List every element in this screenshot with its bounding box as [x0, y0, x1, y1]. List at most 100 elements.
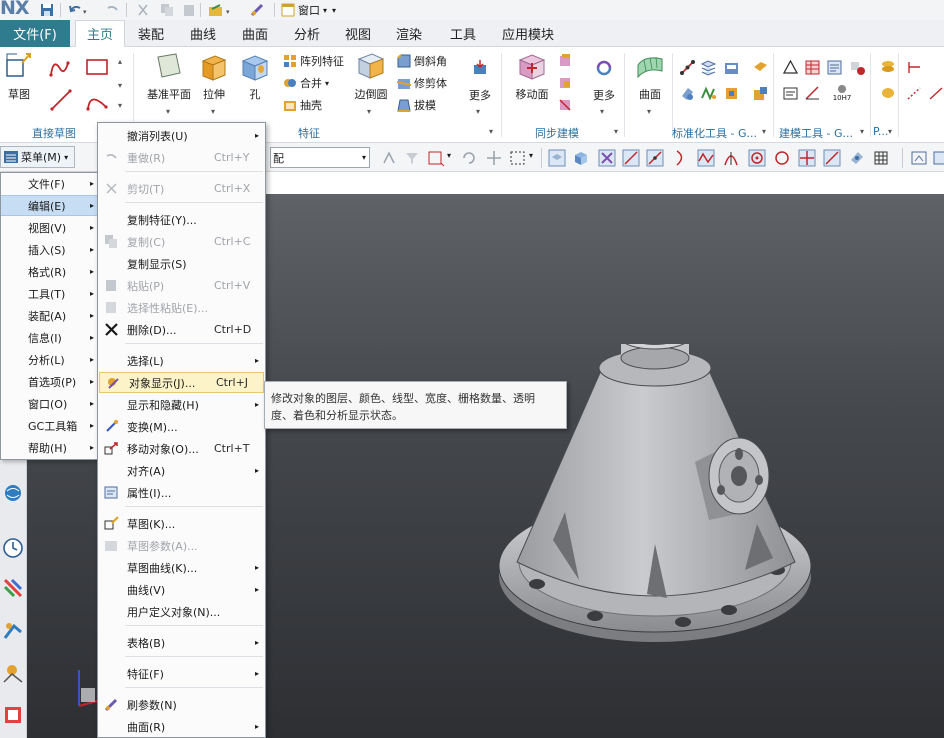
group-expand-icon[interactable]: ▾: [489, 127, 493, 136]
chevron-down-icon[interactable]: ▾: [647, 107, 651, 116]
chevron-down-icon[interactable]: ▾: [476, 107, 480, 116]
brush-icon[interactable]: [250, 2, 266, 18]
menu-item-undo-list[interactable]: 撤消列表(U) ▸: [98, 125, 265, 146]
chevron-down-icon[interactable]: ▾: [447, 151, 451, 160]
trim-curve-icon[interactable]: [906, 85, 923, 102]
palette-icon[interactable]: [2, 577, 24, 599]
move-face-button[interactable]: 移动面: [512, 51, 552, 102]
tab-view[interactable]: 视图: [334, 20, 382, 47]
menu-item-brush-params[interactable]: 刷参数(N): [98, 694, 265, 715]
tab-file[interactable]: 文件(F): [0, 20, 70, 47]
menu-item-copy-display[interactable]: 复制显示(S): [98, 253, 265, 274]
arc-center-icon[interactable]: [748, 149, 766, 167]
cube-view-icon[interactable]: [572, 149, 590, 167]
web-browser-icon[interactable]: [2, 482, 24, 504]
menu-item-sketch-curve[interactable]: 草图曲线(K)... ▸: [98, 557, 265, 578]
menu-item-show-hide[interactable]: 显示和隐藏(H) ▸: [98, 394, 265, 415]
menu-item-insert[interactable]: 插入(S) ▸: [1, 239, 99, 260]
tab-application[interactable]: 应用模块: [495, 20, 561, 47]
more-sync-button[interactable]: 更多: [589, 51, 619, 103]
selection-scope-dropdown[interactable]: 配 ▾: [270, 147, 370, 168]
layout-icon[interactable]: [932, 149, 944, 167]
pattern-feature-button[interactable]: 阵列特征: [283, 53, 344, 69]
cut-icon[interactable]: [136, 2, 150, 18]
sheet-icon[interactable]: [826, 59, 843, 76]
menu-item-tools[interactable]: 工具(T) ▸: [1, 283, 99, 304]
menu-item-assembly[interactable]: 装配(A) ▸: [1, 305, 99, 326]
rotate-icon[interactable]: [460, 149, 478, 167]
menu-item-curve[interactable]: 曲线(V) ▸: [98, 579, 265, 600]
paste-icon[interactable]: [182, 2, 196, 18]
line-icon[interactable]: [48, 87, 76, 113]
rectangle-select-icon[interactable]: [509, 149, 527, 167]
select-region-icon[interactable]: [427, 149, 445, 167]
menu-item-analysis[interactable]: 分析(L) ▸: [1, 349, 99, 370]
tab-surface[interactable]: 曲面: [231, 20, 279, 47]
pull-face-icon[interactable]: [558, 53, 572, 67]
menu-item-table[interactable]: 表格(B) ▸: [98, 632, 265, 653]
chevron-down-icon[interactable]: ▾: [325, 79, 329, 88]
menu-item-user-defined-object[interactable]: 用户定义对象(N)...: [98, 601, 265, 622]
copy-icon[interactable]: [160, 2, 174, 18]
pan-icon[interactable]: [485, 149, 503, 167]
menu-item-help[interactable]: 帮助(H) ▸: [1, 437, 99, 458]
dimension-icon[interactable]: [804, 85, 821, 102]
menu-item-object-display[interactable]: 对象显示(J)... Ctrl+J: [99, 372, 264, 393]
chevron-down-icon[interactable]: ▾: [211, 107, 215, 116]
menu-item-window[interactable]: 窗口(O) ▸: [1, 393, 99, 414]
menu-item-cut[interactable]: 剪切(T) Ctrl+X: [98, 178, 265, 199]
group-expand-icon[interactable]: ▾: [860, 127, 864, 136]
more-features-button[interactable]: 更多: [466, 51, 494, 103]
history-clock-icon[interactable]: [2, 537, 24, 559]
menu-item-redo[interactable]: 重做(R) Ctrl+Y: [98, 147, 265, 168]
menu-item-align[interactable]: 对齐(A) ▸: [98, 460, 265, 481]
part-icon[interactable]: [723, 59, 740, 76]
menu-item-view[interactable]: 视图(V) ▸: [1, 217, 99, 238]
view-triad-icon[interactable]: [910, 149, 928, 167]
menu-item-transform[interactable]: 变换(M)...: [98, 416, 265, 437]
menu-item-feature[interactable]: 特征(F) ▸: [98, 663, 265, 684]
profile-curve-icon[interactable]: [48, 55, 76, 81]
menu-item-select[interactable]: 选择(L) ▸: [98, 350, 265, 371]
menu-item-move-object[interactable]: 移动对象(O)... Ctrl+T: [98, 438, 265, 459]
group-expand-icon[interactable]: ▾: [614, 127, 618, 136]
intersection-icon[interactable]: [722, 149, 740, 167]
point-on-curve-icon[interactable]: [798, 149, 816, 167]
point-on-face-icon[interactable]: [823, 149, 841, 167]
datum-csys-icon[interactable]: [679, 59, 696, 76]
menu-item-format[interactable]: 格式(R) ▸: [1, 261, 99, 282]
menu-item-gc-toolkit[interactable]: GC工具箱 ▸: [1, 415, 99, 436]
tab-assembly[interactable]: 装配: [128, 20, 174, 47]
filter-icon[interactable]: [403, 149, 421, 167]
menu-item-info[interactable]: 信息(I) ▸: [1, 327, 99, 348]
tab-curve[interactable]: 曲线: [178, 20, 228, 47]
save-icon[interactable]: [40, 2, 54, 18]
menu-item-file[interactable]: 文件(F) ▸: [1, 173, 99, 194]
surface-button[interactable]: 曲面: [633, 51, 667, 102]
weld-icon[interactable]: [752, 85, 769, 102]
open-recent-icon[interactable]: ▾: [208, 2, 236, 18]
menu-item-paste[interactable]: 粘贴(P) Ctrl+V: [98, 275, 265, 296]
spring-icon[interactable]: [700, 85, 717, 102]
menu-item-copy[interactable]: 复制(C) Ctrl+C: [98, 231, 265, 252]
role-icon[interactable]: [2, 620, 24, 642]
group-expand-icon[interactable]: ▾: [888, 127, 892, 136]
control-point-icon[interactable]: [697, 149, 715, 167]
gear-part-icon[interactable]: [723, 85, 740, 102]
bolt-icon[interactable]: [679, 85, 696, 102]
shaded-icon[interactable]: [548, 149, 566, 167]
menu-item-paste-special[interactable]: 选择性粘贴(E)...: [98, 297, 265, 318]
gallery-up-icon[interactable]: ▴: [118, 57, 122, 66]
menu-item-preferences[interactable]: 首选项(P) ▸: [1, 371, 99, 392]
triangle-icon[interactable]: [782, 59, 799, 76]
extend-curve-icon[interactable]: [928, 85, 944, 102]
system-scene-icon[interactable]: [2, 662, 24, 684]
gallery-more-icon[interactable]: ▾: [118, 101, 122, 110]
redo-icon[interactable]: [106, 2, 120, 18]
menu-item-properties[interactable]: 属性(I)...: [98, 482, 265, 503]
grid-icon[interactable]: [872, 149, 890, 167]
note-icon[interactable]: [752, 59, 769, 76]
replace-face-icon[interactable]: [558, 97, 572, 111]
shell-button[interactable]: 抽壳: [283, 97, 322, 113]
menu-item-edit[interactable]: 编辑(E) ▸: [1, 195, 99, 216]
